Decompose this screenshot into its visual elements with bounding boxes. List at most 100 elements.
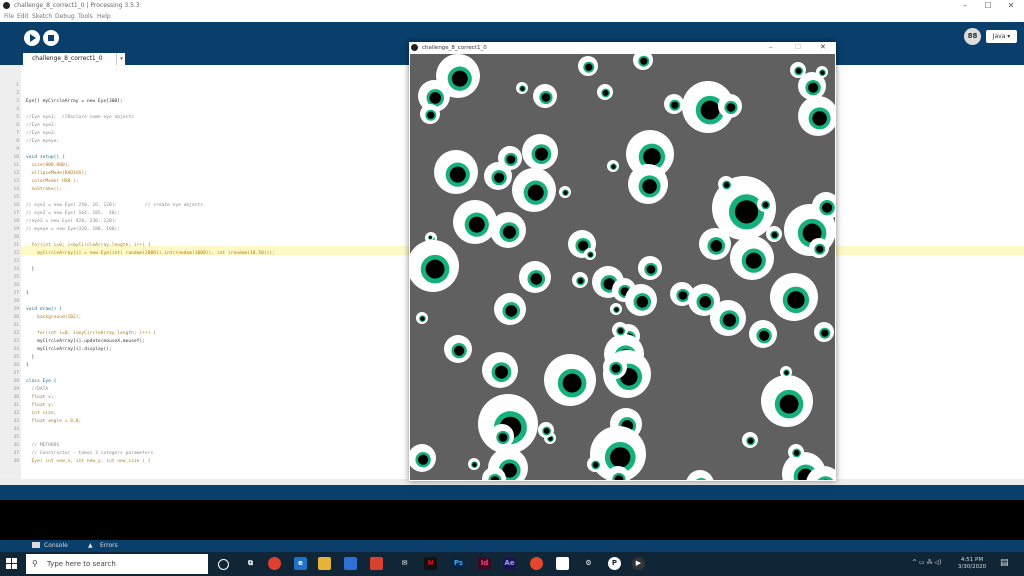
- line-number: 22: [13, 251, 19, 256]
- code-line[interactable]: Eye( int new_x, int new_y, int new_size …: [26, 458, 151, 466]
- windows-start-icon[interactable]: [6, 558, 18, 570]
- code-line[interactable]: }: [26, 354, 35, 362]
- code-line[interactable]: // myeye = new Eye(320, 180, 100);: [26, 226, 120, 234]
- eye-pupil: [734, 200, 759, 224]
- task-view-icon[interactable]: ⧉: [244, 557, 257, 570]
- eye-pupil: [759, 330, 770, 341]
- settings-icon[interactable]: ⚙: [582, 557, 595, 570]
- sketch-taskbar-icon[interactable]: ▶: [632, 557, 645, 570]
- menu-bar: File Edit Sketch Debug Tools Help: [0, 12, 1024, 22]
- store-icon[interactable]: [344, 557, 357, 570]
- gift-app-icon[interactable]: [370, 557, 383, 570]
- netflix-icon[interactable]: N: [424, 557, 437, 570]
- code-line[interactable]: float y;: [26, 402, 54, 410]
- code-line[interactable]: //Eye eye2;: [26, 122, 56, 130]
- clock-time: 4:51 PM: [960, 557, 984, 563]
- notepad-icon[interactable]: [556, 557, 569, 570]
- code-line[interactable]: myCircleArray[i] = new Eye(int( random(2…: [26, 250, 275, 258]
- menu-tools[interactable]: Tools: [78, 13, 93, 21]
- after-effects-icon[interactable]: Ae: [503, 557, 516, 570]
- code-line[interactable]: // eye1 = new Eye( 250, 16, 120); // cre…: [26, 202, 203, 210]
- processing-taskbar-icon[interactable]: P: [608, 557, 621, 570]
- file-explorer-icon[interactable]: [318, 557, 331, 570]
- close-button[interactable]: ✕: [1001, 1, 1021, 11]
- code-line[interactable]: // Constructor - takes 3 integers parame…: [26, 450, 154, 458]
- cortana-icon[interactable]: [218, 559, 229, 570]
- code-line[interactable]: for(int i=0; i<myCircleArray.length; i++…: [26, 242, 151, 250]
- tab-console[interactable]: Console: [44, 542, 68, 550]
- notifications-icon[interactable]: ▤: [1000, 558, 1009, 568]
- line-number: 9: [16, 147, 19, 152]
- eye-pupil: [821, 329, 829, 337]
- clock[interactable]: 4:51 PM 3/30/2020: [954, 557, 990, 571]
- eye-pupil: [585, 63, 593, 71]
- eye-pupil: [779, 394, 799, 414]
- code-line[interactable]: //Eye myeye;: [26, 138, 59, 146]
- eye-pupil: [614, 307, 619, 312]
- sketch-minimize-button[interactable]: –: [769, 43, 773, 51]
- edge-icon[interactable]: e: [294, 557, 307, 570]
- tab-menu-arrow[interactable]: ▾: [116, 53, 126, 65]
- line-number: 25: [13, 275, 19, 280]
- app-icon[interactable]: [530, 557, 543, 570]
- menu-help[interactable]: Help: [97, 13, 111, 21]
- code-line[interactable]: Eye[] myCircleArray = new Eye[300];: [26, 98, 123, 106]
- code-line[interactable]: float x;: [26, 394, 54, 402]
- code-line[interactable]: void draw() {: [26, 306, 62, 314]
- code-line[interactable]: ellipseMode(RADIUS);: [26, 170, 87, 178]
- chrome-icon[interactable]: [268, 557, 281, 570]
- console-area[interactable]: [0, 500, 1024, 540]
- taskbar-search-input[interactable]: Type here to search: [26, 554, 208, 574]
- sketch-close-button[interactable]: ✕: [820, 43, 826, 51]
- maximize-button[interactable]: ☐: [978, 1, 998, 11]
- menu-file[interactable]: File: [4, 13, 14, 21]
- code-line[interactable]: //eye3 = new Eye( 420, 230, 220);: [26, 218, 117, 226]
- sketch-maximize-button[interactable]: ☐: [795, 43, 801, 51]
- eye-pupil: [722, 313, 736, 327]
- eyes-drawing: [410, 54, 835, 480]
- eye-pupil: [543, 428, 550, 434]
- code-line[interactable]: //Eye eye1; //Declare some eye objects: [26, 114, 134, 122]
- code-line[interactable]: }: [26, 362, 29, 370]
- code-line[interactable]: background(102);: [26, 314, 81, 322]
- sketch-canvas[interactable]: [410, 54, 835, 480]
- tab-errors[interactable]: Errors: [100, 542, 118, 550]
- code-line[interactable]: colorMode( HSB );: [26, 178, 79, 186]
- line-number: 24: [13, 267, 19, 272]
- code-line[interactable]: // METHODS: [26, 442, 60, 450]
- code-line[interactable]: for(int i=0; i<myCircleArray.length; i++…: [26, 330, 156, 338]
- menu-edit[interactable]: Edit: [17, 13, 29, 21]
- code-line[interactable]: }: [26, 266, 35, 274]
- code-line[interactable]: //DATA: [26, 386, 49, 394]
- eye-pupil: [795, 68, 802, 74]
- mode-selector[interactable]: Java ▾: [986, 30, 1017, 43]
- line-number: 48: [13, 459, 19, 464]
- menu-debug[interactable]: Debug: [55, 13, 75, 21]
- line-number: 14: [13, 187, 19, 192]
- eye-pupil: [822, 202, 833, 213]
- stop-button[interactable]: [43, 30, 59, 46]
- code-line[interactable]: float angle = 0.0;: [26, 418, 82, 426]
- code-line[interactable]: myCircleArray[i].display();: [26, 346, 112, 354]
- code-line[interactable]: //Eye eye3;: [26, 130, 56, 138]
- code-line[interactable]: int size;: [26, 410, 57, 418]
- line-number: 18: [13, 219, 19, 224]
- tab-sketch[interactable]: challenge_8_correct1_0: [23, 53, 125, 65]
- menu-sketch[interactable]: Sketch: [32, 13, 52, 21]
- minimize-button[interactable]: –: [955, 1, 975, 11]
- code-line[interactable]: void setup() {: [26, 154, 65, 162]
- code-line[interactable]: noStroke();: [26, 186, 62, 194]
- mail-icon[interactable]: ✉: [398, 557, 411, 570]
- code-line[interactable]: // eye2 = new Eye( 164, 185, 40);: [26, 210, 120, 218]
- code-line[interactable]: }: [26, 290, 29, 298]
- run-button[interactable]: [24, 30, 40, 46]
- code-line[interactable]: myCircleArray[i].update(mouseX,mouseY);: [26, 338, 145, 346]
- system-tray-icons[interactable]: ^ ▭ ⁂ ◁): [912, 559, 941, 566]
- photoshop-icon[interactable]: Ps: [452, 557, 465, 570]
- code-line[interactable]: class Eye {: [26, 378, 56, 386]
- sketch-window[interactable]: challenge_8_correct1_0 – ☐ ✕: [409, 42, 836, 481]
- eye-pupil: [527, 184, 544, 201]
- indesign-icon[interactable]: Id: [478, 557, 491, 570]
- debugger-icon[interactable]: 88: [964, 28, 981, 45]
- code-line[interactable]: size(800,800);: [26, 162, 71, 170]
